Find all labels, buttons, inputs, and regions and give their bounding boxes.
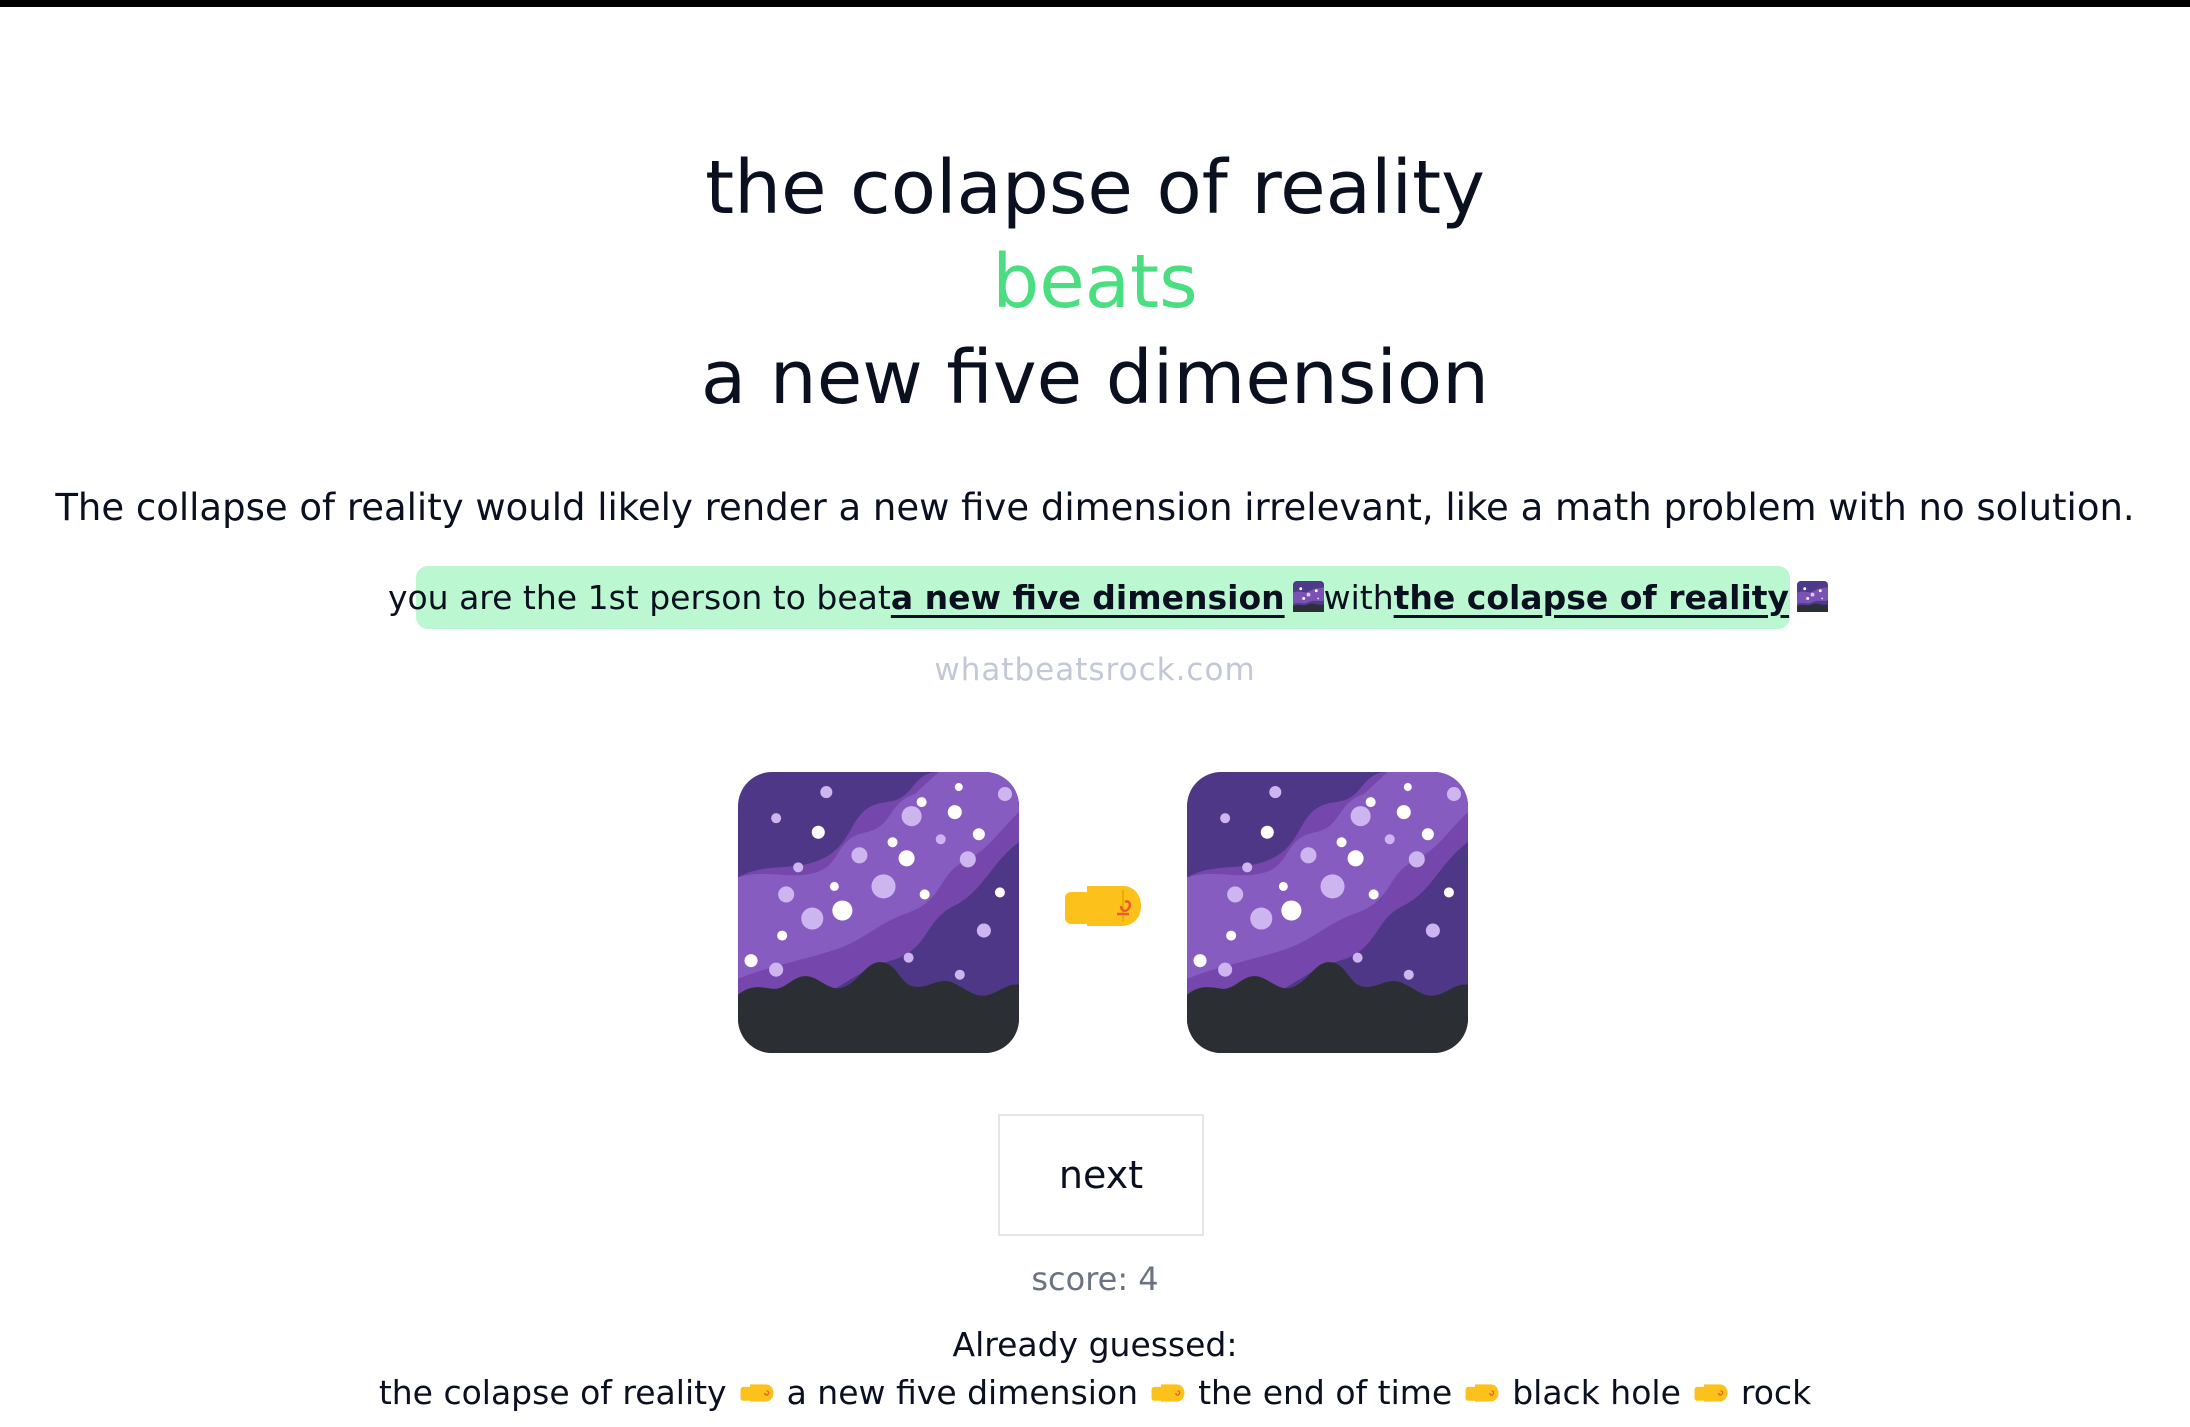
loser-link-label: a new five dimension (890, 578, 1285, 617)
watermark: whatbeatsrock.com (934, 652, 1256, 688)
history-item: the end of time (1198, 1373, 1453, 1412)
loser-link[interactable]: a new five dimension (891, 578, 1324, 617)
history-item: a new five dimension (786, 1373, 1139, 1412)
first-beat-banner: you are the 1st person to beat a new fiv… (388, 566, 1829, 629)
fist-bump-icon (1065, 886, 1141, 926)
banner-connector: with (1323, 578, 1394, 617)
already-guessed-title: Already guessed: (952, 1325, 1238, 1364)
winner-link[interactable]: the colapse of reality (1393, 578, 1829, 617)
fist-bump-icon (1151, 1384, 1185, 1402)
explanation-text: The collapse of reality would likely ren… (55, 486, 2135, 529)
winner-link-label: the colapse of reality (1393, 578, 1790, 617)
top-border (0, 0, 2190, 7)
milky-way-icon (738, 772, 1019, 1053)
loser-title: a new five dimension (700, 335, 1490, 421)
history-item: rock (1740, 1373, 1812, 1412)
milky-way-icon (1187, 772, 1468, 1053)
winner-title: the colapse of reality (705, 145, 1485, 231)
score-label: score: 4 (1031, 1260, 1159, 1298)
milky-way-icon (1797, 581, 1829, 612)
next-button[interactable]: next (998, 1114, 1204, 1236)
beats-label: beats (992, 239, 1198, 325)
guess-history: the colapse of reality a new five dimens… (0, 1370, 2190, 1416)
history-item: the colapse of reality (378, 1373, 727, 1412)
fist-bump-icon (1694, 1384, 1728, 1402)
milky-way-icon (1292, 581, 1324, 612)
history-item: black hole (1512, 1373, 1681, 1412)
fist-bump-icon (740, 1384, 774, 1402)
banner-prefix: you are the 1st person to beat (387, 578, 891, 617)
fist-bump-icon (1465, 1384, 1499, 1402)
